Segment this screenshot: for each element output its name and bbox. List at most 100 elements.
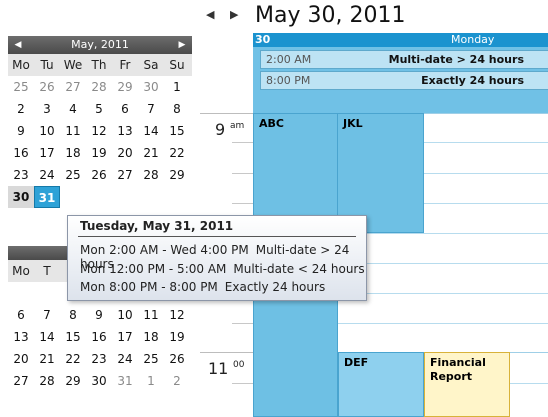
all-day-event[interactable]: 8:00 PM Exactly 24 hours: [260, 71, 548, 90]
day-cell[interactable]: 9: [8, 120, 34, 142]
day-cell[interactable]: 28: [86, 76, 112, 98]
day-cell[interactable]: 20: [112, 142, 138, 164]
tooltip-row-time: Mon 12:00 PM - 5:00 AM: [80, 262, 227, 276]
day-cell[interactable]: 3: [34, 98, 60, 120]
day-cell-current[interactable]: 30: [8, 186, 34, 208]
day-cell[interactable]: 16: [8, 142, 34, 164]
day-cell[interactable]: 1: [164, 76, 190, 98]
day-cell[interactable]: 27: [60, 76, 86, 98]
day-cell[interactable]: 9: [86, 304, 112, 326]
next-day-icon[interactable]: ▶: [230, 8, 238, 21]
day-cell[interactable]: 17: [34, 142, 60, 164]
day-cell[interactable]: 8: [60, 304, 86, 326]
day-cell[interactable]: 25: [138, 348, 164, 370]
day-cell[interactable]: 2: [164, 370, 190, 392]
event-time: 2:00 AM: [266, 53, 312, 66]
day-cell[interactable]: 1: [138, 370, 164, 392]
day-cell[interactable]: 19: [86, 142, 112, 164]
day-cell-selected[interactable]: 31: [34, 186, 60, 208]
weekday-label: Fr: [119, 58, 131, 72]
tooltip-row: Mon 12:00 PM - 5:00 AM Multi-date < 24 ho…: [80, 262, 365, 276]
day-cell[interactable]: 7: [138, 98, 164, 120]
day-cell[interactable]: 29: [112, 76, 138, 98]
day-cell[interactable]: 6: [112, 98, 138, 120]
all-day-event[interactable]: 2:00 AM Multi-date > 24 hours: [260, 50, 548, 69]
day-cell[interactable]: 22: [164, 142, 190, 164]
day-cell[interactable]: 28: [138, 164, 164, 186]
event-subject: ABC: [259, 117, 284, 130]
day-cell[interactable]: 7: [34, 304, 60, 326]
weekday-label: T: [43, 264, 51, 278]
day-cell[interactable]: 23: [8, 164, 34, 186]
day-cell[interactable]: 13: [8, 326, 34, 348]
tooltip-row: Mon 8:00 PM - 8:00 PM Exactly 24 hours: [80, 280, 325, 294]
previous-day-icon[interactable]: ◀: [206, 8, 214, 21]
day-cell[interactable]: 14: [138, 120, 164, 142]
day-cell[interactable]: 10: [34, 120, 60, 142]
day-cell[interactable]: 29: [60, 370, 86, 392]
day-cell[interactable]: 27: [112, 164, 138, 186]
weekday-label: Th: [91, 58, 107, 72]
day-cell[interactable]: 24: [112, 348, 138, 370]
half-hour-divider: [232, 323, 253, 324]
day-cell[interactable]: 4: [60, 98, 86, 120]
tooltip-divider: [78, 236, 356, 237]
day-cell[interactable]: 22: [60, 348, 86, 370]
day-cell[interactable]: 2: [8, 98, 34, 120]
day-cell[interactable]: 26: [86, 164, 112, 186]
day-cell[interactable]: 26: [164, 348, 190, 370]
day-cell[interactable]: 6: [8, 304, 34, 326]
day-cell[interactable]: 16: [86, 326, 112, 348]
day-cell[interactable]: 10: [112, 304, 138, 326]
day-events-tooltip: Tuesday, May 31, 2011 Mon 2:00 AM - Wed …: [67, 215, 367, 301]
day-cell[interactable]: 18: [138, 326, 164, 348]
day-cell[interactable]: 25: [60, 164, 86, 186]
day-cell[interactable]: 8: [164, 98, 190, 120]
day-cell[interactable]: 5: [86, 98, 112, 120]
day-cell[interactable]: 23: [86, 348, 112, 370]
day-cell[interactable]: 26: [34, 76, 60, 98]
next-month-icon[interactable]: ▶: [175, 36, 189, 54]
month-calendar: ◀ May, 2011 ▶ Mo Tu We Th Fr Sa Su 25 26…: [8, 36, 192, 208]
day-grid: 25 26 27 28 29 30 1 2 3 4 5 6 7 8 9 10 1…: [8, 76, 192, 208]
tooltip-row-time: Mon 2:00 AM - Wed 4:00 PM: [80, 243, 249, 257]
event-financial-report[interactable]: Financial Report: [424, 352, 510, 417]
event-subject: JKL: [343, 117, 363, 130]
weekday-label: Sa: [143, 58, 159, 72]
day-cell[interactable]: 30: [86, 370, 112, 392]
hour-divider: [200, 352, 253, 353]
day-cell[interactable]: 21: [138, 142, 164, 164]
day-cell[interactable]: 11: [60, 120, 86, 142]
day-cell[interactable]: 15: [164, 120, 190, 142]
half-hour-divider: [232, 383, 253, 384]
day-cell[interactable]: 25: [8, 76, 34, 98]
day-cell[interactable]: 19: [164, 326, 190, 348]
day-column-header[interactable]: 30 Monday: [253, 33, 548, 47]
event-subject: Exactly 24 hours: [421, 74, 524, 87]
day-cell[interactable]: 31: [112, 370, 138, 392]
day-cell[interactable]: 24: [34, 164, 60, 186]
day-cell[interactable]: 13: [112, 120, 138, 142]
event-def[interactable]: DEF: [338, 352, 424, 417]
previous-month-icon[interactable]: ◀: [11, 36, 25, 54]
all-day-area[interactable]: 2:00 AM Multi-date > 24 hours 8:00 PM Ex…: [253, 47, 548, 113]
day-cell[interactable]: 18: [60, 142, 86, 164]
weekday-label: Tu: [40, 58, 54, 72]
day-cell[interactable]: 17: [112, 326, 138, 348]
half-hour-divider: [232, 173, 253, 174]
event-subject: Financial Report: [430, 356, 486, 383]
day-cell[interactable]: 30: [138, 76, 164, 98]
day-cell[interactable]: 14: [34, 326, 60, 348]
weekday-label: Su: [169, 58, 185, 72]
day-cell[interactable]: 21: [34, 348, 60, 370]
half-hour-divider: [232, 142, 253, 143]
month-label[interactable]: May, 2011: [71, 38, 129, 51]
day-cell[interactable]: 12: [86, 120, 112, 142]
day-cell[interactable]: 27: [8, 370, 34, 392]
day-cell[interactable]: 15: [60, 326, 86, 348]
day-cell[interactable]: 28: [34, 370, 60, 392]
day-cell[interactable]: 11: [138, 304, 164, 326]
day-cell[interactable]: 29: [164, 164, 190, 186]
day-cell[interactable]: 12: [164, 304, 190, 326]
day-cell[interactable]: 20: [8, 348, 34, 370]
